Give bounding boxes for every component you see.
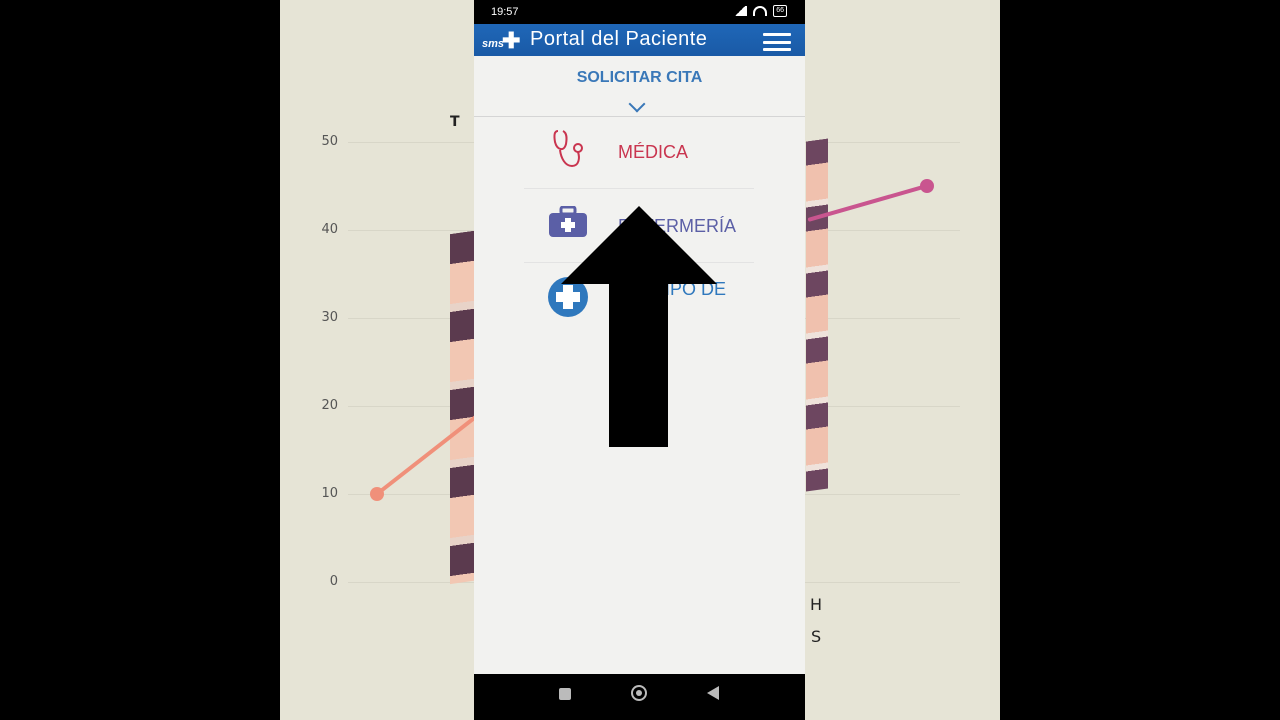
background-letter: H	[810, 595, 823, 614]
solicitar-cita-header[interactable]: SOLICITAR CITA	[474, 56, 805, 117]
status-time: 19:57	[491, 6, 519, 18]
status-icons: 66	[733, 5, 787, 17]
battery-icon: 66	[773, 5, 787, 17]
divider	[524, 188, 754, 189]
logo-text: sms	[482, 38, 505, 50]
status-bar: 19:57 66	[474, 0, 805, 24]
app-title: Portal del Paciente	[530, 28, 708, 50]
signal-icon	[733, 6, 748, 16]
background-photo-strip	[806, 138, 828, 492]
hamburger-menu-icon[interactable]	[763, 33, 791, 51]
background-series-point	[920, 179, 934, 193]
background-series-point	[370, 487, 384, 501]
home-button[interactable]	[631, 685, 647, 701]
phone-screen: 19:57 66 sms ✚ Portal del Paciente SOLIC…	[474, 0, 805, 720]
chevron-down-icon[interactable]	[628, 95, 646, 113]
y-tick: 40	[321, 222, 338, 237]
y-tick: 20	[321, 398, 338, 413]
navigation-bar	[474, 674, 805, 720]
y-tick: 30	[321, 310, 338, 325]
section-title: SOLICITAR CITA	[576, 69, 703, 86]
up-arrow-overlay	[561, 206, 717, 447]
logo-cross-icon: ✚	[502, 28, 521, 53]
menu-item-label: MÉDICA	[618, 142, 689, 162]
y-tick: 10	[321, 486, 338, 501]
back-button[interactable]	[707, 686, 719, 700]
recents-button[interactable]	[559, 688, 571, 700]
y-tick: 50	[321, 134, 338, 149]
menu-item-medica[interactable]: MÉDICA	[524, 116, 754, 190]
sms-logo[interactable]: sms ✚	[482, 30, 522, 52]
background-letter: S	[811, 627, 822, 646]
app-bar: sms ✚ Portal del Paciente	[474, 24, 805, 56]
y-tick: 0	[329, 574, 338, 589]
stethoscope-icon	[553, 130, 583, 168]
wifi-icon	[753, 6, 768, 16]
